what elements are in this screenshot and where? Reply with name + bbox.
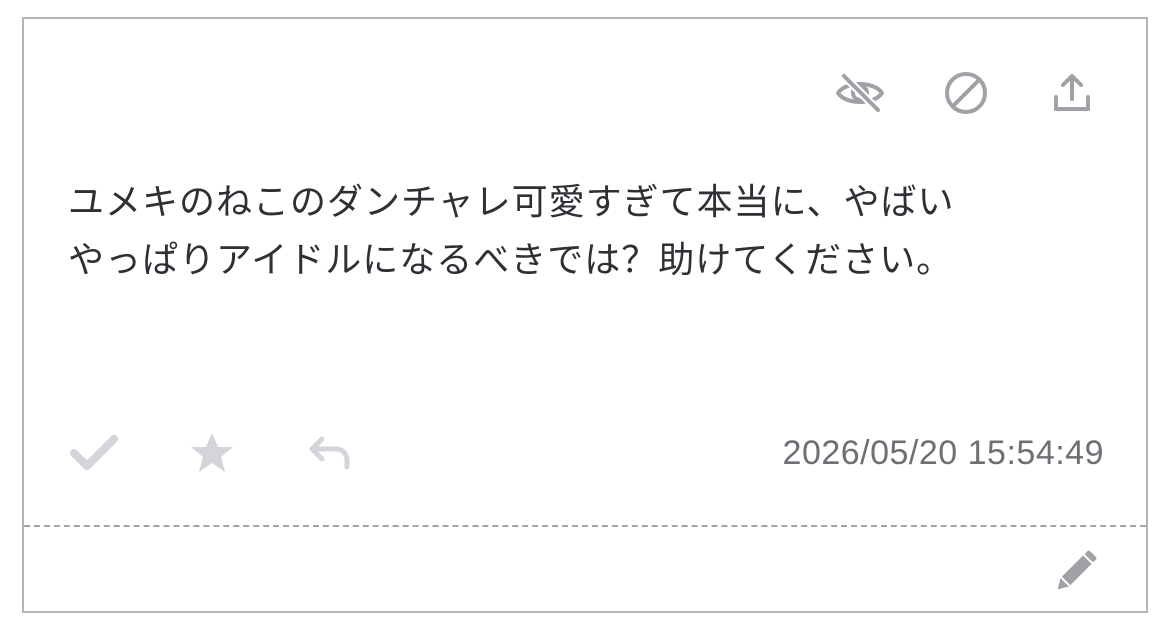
favorite-button[interactable] (182, 429, 242, 477)
message-card: ユメキのねこのダンチャレ可愛すぎて本当に、やばい やっぱりアイドルになるべきでは… (22, 17, 1148, 613)
message-text: ユメキのねこのダンチャレ可愛すぎて本当に、やばい やっぱりアイドルになるべきでは… (68, 174, 1108, 290)
message-line: やっぱりアイドルになるべきでは？助けてください。 (68, 240, 954, 281)
pencil-icon (1057, 550, 1097, 590)
reply-button[interactable] (300, 429, 360, 477)
check-icon (70, 435, 118, 470)
divider (24, 525, 1146, 527)
block-button[interactable] (936, 69, 996, 117)
edit-button[interactable] (1046, 543, 1106, 599)
block-icon (945, 72, 987, 114)
share-icon (1054, 74, 1090, 111)
share-button[interactable] (1042, 69, 1102, 117)
eye-off-icon (836, 73, 884, 113)
hide-button[interactable] (830, 69, 890, 117)
message-line: ユメキのねこのダンチャレ可愛すぎて本当に、やばい (68, 182, 955, 223)
timestamp: 2026/05/20 15:54:49 (782, 434, 1104, 472)
mark-read-button[interactable] (64, 429, 124, 477)
top-action-bar (830, 69, 1102, 117)
bottom-action-bar (64, 429, 418, 477)
reply-icon (309, 436, 350, 470)
star-icon (191, 433, 233, 472)
